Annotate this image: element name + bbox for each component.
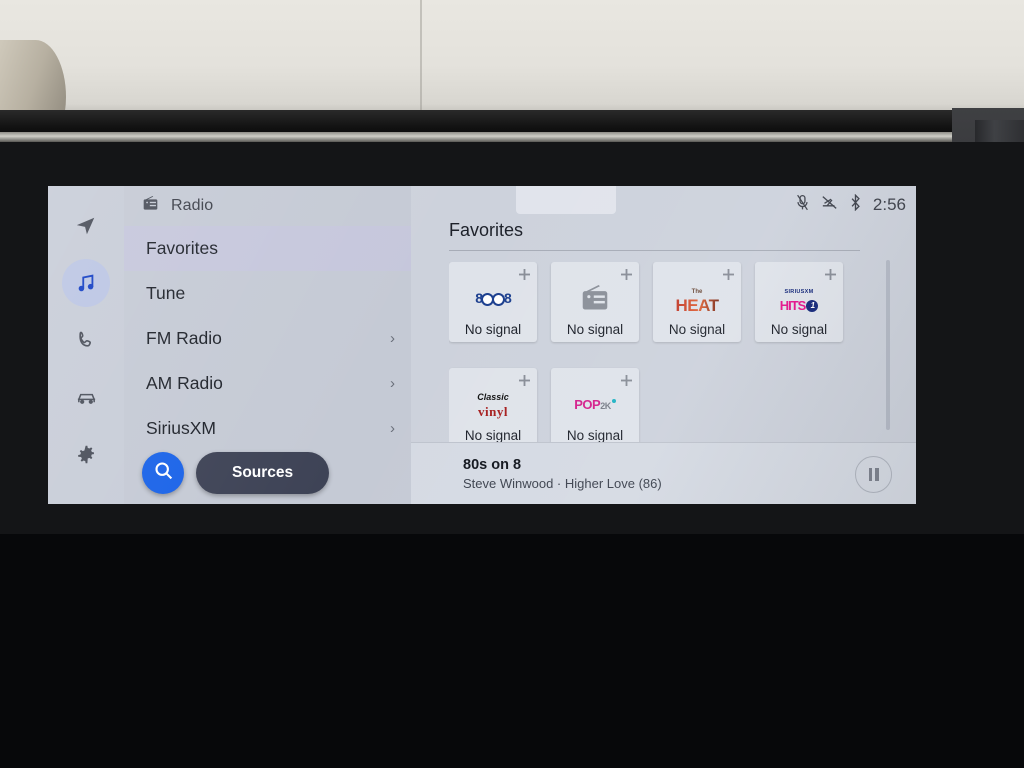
rail-item-vehicle[interactable] <box>62 373 110 421</box>
station-logo: Classic vinyl <box>477 392 509 419</box>
station-logo: SIRIUSXM HITS 1 <box>780 277 819 319</box>
favorites-grid: 88 No signal No signal The HEAT No signa… <box>449 262 860 464</box>
menu-item-am-radio[interactable]: AM Radio › <box>124 361 411 406</box>
pause-icon <box>867 468 880 481</box>
sources-button[interactable]: Sources <box>196 452 330 494</box>
search-button[interactable] <box>142 452 184 494</box>
app-title: Radio <box>171 197 214 214</box>
now-playing-title: 80s on 8 <box>463 457 522 473</box>
menu-item-label: FM Radio <box>146 328 222 348</box>
pane-divider <box>449 250 860 251</box>
drag-handle-icon[interactable] <box>621 267 632 285</box>
menu-item-label: Tune <box>146 283 186 303</box>
menu-item-fm-radio[interactable]: FM Radio › <box>124 316 411 361</box>
station-logo <box>580 277 610 319</box>
tile-caption: No signal <box>464 428 522 443</box>
tile-caption: No signal <box>770 322 828 337</box>
menu-actions: Sources <box>142 452 330 494</box>
car-icon <box>75 386 98 409</box>
tile-caption: No signal <box>464 322 522 337</box>
phone-icon <box>76 330 96 350</box>
status-bar: 2:56 <box>796 193 906 216</box>
infotainment-photo: Radio Favorites Tune FM Radio › AM Radio… <box>0 0 1024 768</box>
chevron-right-icon: › <box>390 420 395 437</box>
drag-handle-icon[interactable] <box>519 373 530 391</box>
now-playing-subtitle: Steve Winwood · Higher Love (86) <box>463 476 662 491</box>
tile-caption: No signal <box>668 322 726 337</box>
app-header: Radio <box>124 186 411 226</box>
chevron-right-icon: › <box>390 330 395 347</box>
menu-item-tune[interactable]: Tune <box>124 271 411 316</box>
radio-menu-column[interactable]: Radio Favorites Tune FM Radio › AM Radio… <box>124 186 411 504</box>
clock-time: 2:56 <box>872 195 906 214</box>
rail-item-settings[interactable] <box>62 430 110 478</box>
infotainment-screen[interactable]: Radio Favorites Tune FM Radio › AM Radio… <box>48 186 916 504</box>
menu-item-label: SiriusXM <box>146 418 217 438</box>
navigation-arrow-icon <box>75 215 97 237</box>
station-logo: 88 <box>475 290 512 306</box>
dashboard-seam <box>420 0 422 118</box>
favorite-tile[interactable]: POP 2K No signal <box>551 368 639 448</box>
drag-handle-icon[interactable] <box>825 267 836 285</box>
station-logo: POP 2K <box>574 383 616 425</box>
search-icon <box>153 460 174 486</box>
chevron-right-icon: › <box>390 375 395 392</box>
tile-caption: No signal <box>566 428 624 443</box>
center-console: VOL – VOL+ AUTO <box>0 534 1024 768</box>
favorite-tile[interactable]: Classic vinyl No signal <box>449 368 537 448</box>
drag-handle-icon[interactable] <box>519 267 530 285</box>
rail-item-phone[interactable] <box>62 316 110 364</box>
favorite-tile[interactable]: 88 No signal <box>449 262 537 342</box>
app-rail[interactable] <box>48 186 124 504</box>
rail-item-media[interactable] <box>62 259 110 307</box>
rail-item-navigation[interactable] <box>62 202 110 250</box>
pane-title: Favorites <box>449 220 524 240</box>
dashboard-upper <box>0 0 1024 118</box>
sources-label: Sources <box>232 464 294 481</box>
pause-button[interactable] <box>855 456 892 493</box>
favorite-tile[interactable]: SIRIUSXM HITS 1 No signal <box>755 262 843 342</box>
screen-notch <box>516 186 616 214</box>
gear-icon <box>76 444 97 465</box>
favorite-tile[interactable]: No signal <box>551 262 639 342</box>
now-playing-bar[interactable]: 80s on 8 Steve Winwood · Higher Love (86… <box>411 442 916 504</box>
station-logo: The HEAT <box>675 289 719 315</box>
drag-handle-icon[interactable] <box>621 373 632 391</box>
favorites-scrollbar[interactable] <box>886 260 890 430</box>
bluetooth-icon <box>850 193 861 216</box>
tile-caption: No signal <box>566 322 624 337</box>
music-note-icon <box>75 272 97 294</box>
menu-item-favorites[interactable]: Favorites <box>124 226 411 271</box>
antenna-off-icon <box>821 195 838 215</box>
microphone-muted-icon <box>796 194 809 216</box>
favorite-tile[interactable]: The HEAT No signal <box>653 262 741 342</box>
drag-handle-icon[interactable] <box>723 267 734 285</box>
radio-icon <box>142 196 159 216</box>
menu-item-label: Favorites <box>146 238 218 258</box>
menu-item-siriusxm[interactable]: SiriusXM › <box>124 406 411 451</box>
menu-item-label: AM Radio <box>146 373 223 393</box>
